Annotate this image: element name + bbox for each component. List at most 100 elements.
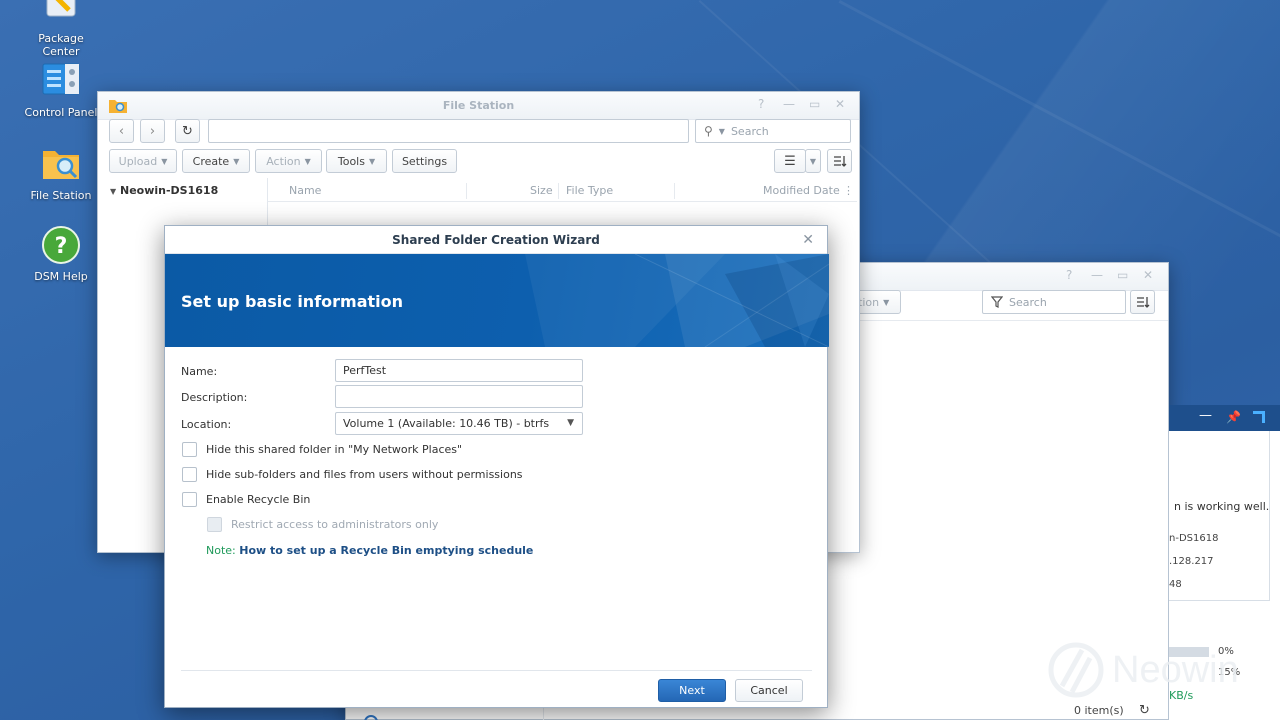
- option-label: Restrict access to administrators only: [231, 518, 439, 531]
- column-divider: [558, 183, 559, 199]
- search-input[interactable]: ⚲ ▼ Search: [695, 119, 851, 143]
- folder-search-icon: [41, 145, 81, 185]
- widget-panel-health: n is working well. n-DS1618 .128.217 48: [1169, 431, 1270, 601]
- create-button[interactable]: Create ▼: [182, 149, 250, 173]
- sort-icon: [833, 156, 846, 167]
- help-button[interactable]: ?: [1066, 268, 1072, 282]
- package-center-icon: [41, 0, 81, 28]
- caret-down-icon: ▼: [110, 187, 117, 196]
- hide-subfolders-checkbox[interactable]: [182, 467, 197, 482]
- wizard-banner: Set up basic information: [165, 254, 829, 347]
- hide-network-places-option[interactable]: Hide this shared folder in "My Network P…: [182, 442, 462, 457]
- path-input[interactable]: [208, 119, 689, 143]
- column-modified-date[interactable]: Modified Date: [763, 180, 840, 202]
- refresh-button[interactable]: ↻: [175, 119, 200, 143]
- footer-divider: [181, 670, 812, 671]
- sort-button[interactable]: [827, 149, 852, 173]
- caret-down-icon: ▼: [718, 126, 725, 136]
- recycle-schedule-link[interactable]: How to set up a Recycle Bin emptying sch…: [239, 544, 533, 557]
- refresh-icon[interactable]: ↻: [1139, 703, 1150, 718]
- location-select[interactable]: Volume 1 (Available: 10.46 TB) - btrfs ▼: [335, 412, 583, 435]
- desktop-icon-dsm-help[interactable]: ? DSM Help: [21, 226, 101, 283]
- banner-title: Set up basic information: [181, 292, 404, 311]
- desktop-label: DSM Help: [34, 270, 88, 283]
- view-mode-dropdown[interactable]: ▼: [805, 149, 821, 173]
- caret-down-icon: ▼: [161, 156, 168, 166]
- caret-down-icon: ▼: [368, 156, 376, 166]
- neowin-watermark: Neowin: [1048, 642, 1239, 698]
- hide-subfolders-option[interactable]: Hide sub-folders and files from users wi…: [182, 467, 523, 482]
- tree-root-label: Neowin-DS1618: [120, 184, 219, 197]
- file-list-header: Name Size File Type Modified Date ⋮: [268, 180, 857, 202]
- wizard-titlebar[interactable]: Shared Folder Creation Wizard ✕: [165, 226, 827, 254]
- search-placeholder: Search: [730, 124, 769, 138]
- minimize-button[interactable]: —: [1091, 268, 1103, 282]
- desktop-icon-file-station[interactable]: File Station: [21, 145, 101, 202]
- info-icon: [364, 715, 378, 720]
- column-menu-icon[interactable]: ⋮: [843, 180, 854, 202]
- minimize-icon[interactable]: —: [1199, 408, 1212, 423]
- item-count: 0 item(s): [1074, 704, 1124, 717]
- tools-button[interactable]: Tools ▼: [326, 149, 387, 173]
- widget-uptime: 48: [1169, 579, 1182, 590]
- help-icon: ?: [41, 226, 81, 266]
- svg-text:?: ?: [55, 234, 68, 259]
- column-name[interactable]: Name: [289, 180, 321, 202]
- caret-down-icon: ▼: [304, 156, 311, 166]
- chevron-left-icon: ‹: [118, 123, 125, 139]
- action-button[interactable]: Action ▼: [255, 149, 322, 173]
- forward-button[interactable]: ›: [140, 119, 165, 143]
- next-button[interactable]: Next: [658, 679, 726, 702]
- widget-list-icon[interactable]: [1253, 411, 1265, 423]
- caret-down-icon: ▼: [233, 156, 240, 166]
- control-panel-icon: [41, 62, 81, 102]
- column-divider: [466, 183, 467, 199]
- note-label: Note:: [206, 544, 236, 557]
- window-title: File Station: [442, 99, 515, 112]
- close-button[interactable]: ✕: [1143, 268, 1153, 282]
- caret-down-icon: ▼: [883, 297, 890, 307]
- restrict-admin-checkbox: [207, 517, 222, 532]
- neowin-logo-icon: [1048, 642, 1104, 698]
- back-button[interactable]: ‹: [109, 119, 134, 143]
- desktop-icon-package-center[interactable]: Package Center: [21, 0, 101, 58]
- health-status: n is working well.: [1174, 500, 1270, 513]
- column-divider: [674, 183, 675, 199]
- restrict-admin-option: Restrict access to administrators only: [207, 517, 438, 532]
- help-button[interactable]: ?: [758, 97, 764, 111]
- maximize-button[interactable]: ▭: [1117, 268, 1128, 282]
- option-label: Enable Recycle Bin: [206, 493, 311, 506]
- pin-icon[interactable]: 📌: [1226, 410, 1241, 424]
- widget-server-name: n-DS1618: [1169, 533, 1219, 544]
- hide-network-places-checkbox[interactable]: [182, 442, 197, 457]
- column-file-type[interactable]: File Type: [566, 180, 613, 202]
- sort-icon: [1136, 297, 1149, 308]
- recycle-bin-note: Note: How to set up a Recycle Bin emptyi…: [206, 544, 533, 557]
- widget-header: — 📌: [1169, 405, 1280, 431]
- create-label: Create: [192, 154, 230, 168]
- maximize-button[interactable]: ▭: [809, 97, 820, 111]
- recycle-bin-checkbox[interactable]: [182, 492, 197, 507]
- location-value: Volume 1 (Available: 10.46 TB) - btrfs: [343, 417, 550, 430]
- recycle-bin-option[interactable]: Enable Recycle Bin: [182, 492, 310, 507]
- sort-button[interactable]: [1130, 290, 1155, 314]
- search-input[interactable]: Search: [982, 290, 1126, 314]
- close-button[interactable]: ✕: [835, 97, 845, 111]
- desktop-icon-control-panel[interactable]: Control Panel: [21, 62, 101, 119]
- upload-button[interactable]: Upload ▼: [109, 149, 177, 173]
- shared-folder-wizard[interactable]: Shared Folder Creation Wizard ✕ Set up b…: [164, 225, 829, 708]
- tree-root[interactable]: ▼ Neowin-DS1618: [110, 184, 218, 197]
- desktop-label: File Station: [30, 189, 92, 202]
- cancel-button[interactable]: Cancel: [735, 679, 803, 702]
- settings-button[interactable]: Settings: [392, 149, 457, 173]
- close-icon[interactable]: ✕: [802, 226, 814, 254]
- column-size[interactable]: Size: [530, 180, 553, 202]
- titlebar[interactable]: File Station ? — ▭ ✕: [98, 92, 859, 120]
- desktop-label: Control Panel: [24, 106, 98, 119]
- description-field[interactable]: [335, 385, 583, 408]
- chevron-right-icon: ›: [149, 123, 156, 139]
- name-field[interactable]: PerfTest: [335, 359, 583, 382]
- view-mode-button[interactable]: ☰: [774, 149, 806, 173]
- list-view-icon: ☰: [784, 153, 796, 169]
- minimize-button[interactable]: —: [783, 97, 795, 111]
